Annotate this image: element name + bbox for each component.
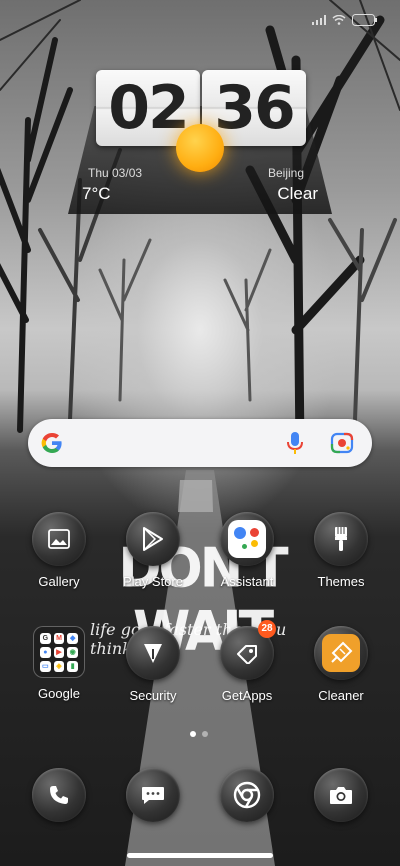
page-dot-active — [190, 731, 196, 737]
weather-temperature: 7°C — [82, 184, 111, 203]
app-label: Assistant — [220, 574, 274, 589]
themes-icon — [314, 512, 368, 566]
messages-icon — [126, 768, 180, 822]
app-cleaner[interactable]: Cleaner — [301, 626, 381, 703]
google-search-bar[interactable] — [28, 419, 372, 467]
google-lens-icon[interactable] — [330, 432, 354, 454]
sun-weather-icon — [176, 124, 224, 172]
app-gallery[interactable]: Gallery — [19, 512, 99, 589]
app-google-folder[interactable]: G M ◆ ● ▶ ◉ ▭ ◈ ▮ Google — [19, 626, 99, 701]
dock-camera[interactable] — [301, 768, 381, 822]
cleaner-icon — [314, 626, 368, 680]
app-play-store[interactable]: Play Store — [113, 512, 193, 589]
page-indicator — [190, 731, 208, 737]
app-assistant[interactable]: Assistant — [207, 512, 287, 589]
getapps-icon: 28 — [220, 620, 276, 680]
clock-weather-widget[interactable]: 02 36 Thu 03/03 Beijing 7°C Clear — [68, 60, 332, 214]
battery-icon — [352, 14, 377, 26]
page-dot — [202, 731, 208, 737]
weather-date: Thu 03/03 — [88, 166, 143, 180]
camera-icon — [314, 768, 368, 822]
dock-phone[interactable] — [19, 768, 99, 822]
dock-messages[interactable] — [113, 768, 193, 822]
google-folder-icon: G M ◆ ● ▶ ◉ ▭ ◈ ▮ — [33, 626, 85, 678]
weather-condition: Clear — [277, 184, 318, 203]
chrome-icon — [220, 768, 274, 822]
app-label: Gallery — [38, 574, 80, 589]
assistant-icon — [220, 512, 274, 566]
security-icon — [126, 626, 180, 680]
app-label: Security — [129, 688, 177, 703]
home-gesture-bar[interactable] — [127, 853, 273, 858]
app-security[interactable]: Security — [113, 626, 193, 703]
signal-icon — [312, 15, 326, 25]
notification-badge: 28 — [258, 620, 276, 638]
phone-icon — [32, 768, 86, 822]
app-label: Play Store — [123, 574, 183, 589]
google-g-icon — [41, 433, 62, 453]
gallery-icon — [32, 512, 86, 566]
weather-city: Beijing — [267, 166, 304, 180]
voice-search-icon[interactable] — [284, 431, 306, 455]
app-label: Themes — [317, 574, 365, 589]
app-themes[interactable]: Themes — [301, 512, 381, 589]
app-getapps[interactable]: 28 GetApps — [207, 620, 287, 703]
play-store-icon — [126, 512, 180, 566]
app-label: GetApps — [221, 688, 273, 703]
wifi-icon — [332, 15, 346, 25]
app-label: Google — [38, 686, 80, 701]
status-bar — [0, 0, 400, 36]
dock-chrome[interactable] — [207, 768, 287, 822]
app-label: Cleaner — [318, 688, 364, 703]
